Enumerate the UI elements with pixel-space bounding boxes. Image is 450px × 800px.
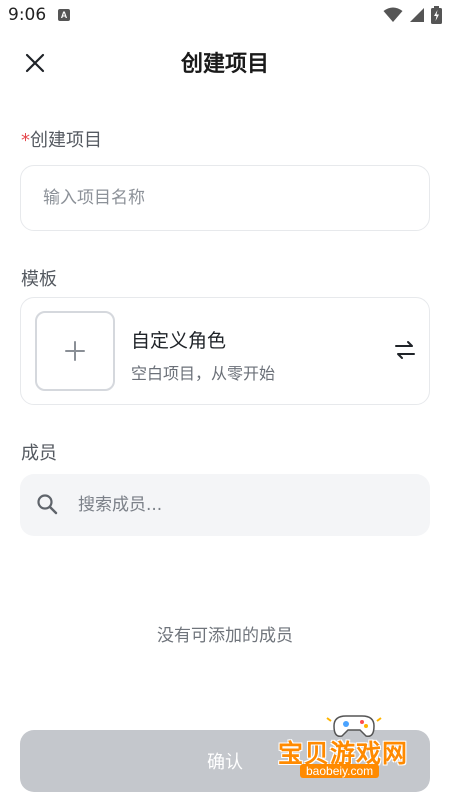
template-description: 空白项目，从零开始 [131,364,276,383]
status-icons [383,6,442,24]
member-search-input[interactable] [78,474,418,536]
member-search-bar[interactable] [20,474,430,536]
project-name-label: *创建项目 [21,126,102,152]
confirm-button[interactable]: 确认 [20,730,430,792]
cellular-signal-icon [409,7,425,23]
template-label: 模板 [21,269,57,290]
create-project-screen: 9:06 A 创建项目 *创建项目 模板 自 [0,0,450,800]
project-name-label-text: 创建项目 [30,130,102,151]
a-notification-icon: A [58,9,70,21]
template-card[interactable]: 自定义角色 空白项目，从零开始 [20,297,430,405]
plus-icon [65,341,85,361]
page-title: 创建项目 [180,52,269,77]
wifi-icon [383,7,403,23]
required-marker: * [21,130,30,151]
template-thumbnail [35,311,115,391]
members-label: 成员 [21,443,57,464]
search-icon [36,493,58,519]
template-name: 自定义角色 [131,330,227,352]
battery-icon [431,6,442,24]
swap-icon[interactable] [393,338,417,362]
status-time: 9:06 [8,5,47,25]
project-name-input[interactable] [20,165,430,231]
status-bar: 9:06 A [0,0,450,32]
empty-members-message: 没有可添加的成员 [157,626,293,646]
